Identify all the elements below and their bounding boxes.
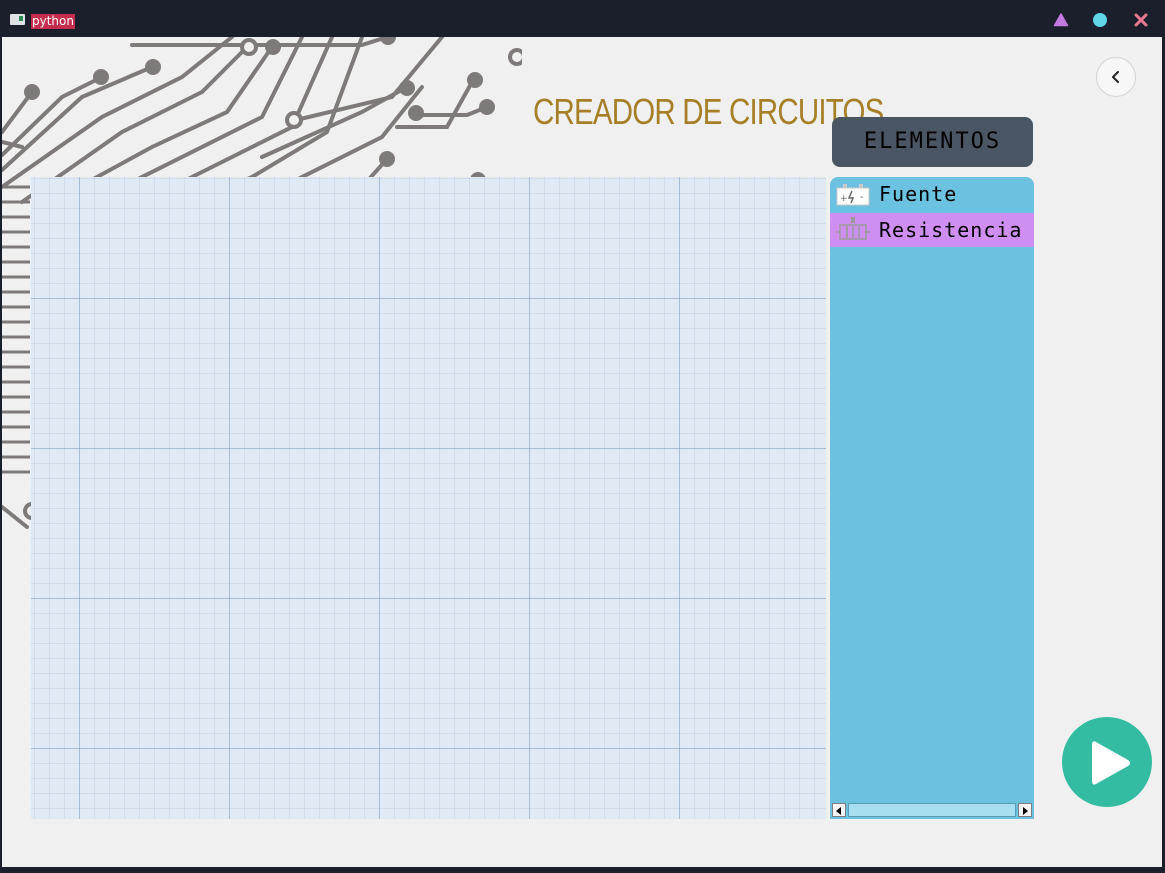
app-window-icon (10, 14, 25, 25)
arrow-left-icon (836, 807, 841, 815)
app-window: CREADOR DE CIRCUITOS ELEMENTOS + - Fuent… (2, 37, 1162, 867)
element-label: Fuente (879, 182, 958, 206)
minimize-button[interactable] (1053, 12, 1069, 28)
chevron-left-icon (1112, 71, 1119, 83)
back-button[interactable] (1096, 57, 1136, 97)
window-frame-bottom (0, 867, 1165, 873)
element-item-resistencia[interactable]: Resistencia (830, 213, 1034, 247)
svg-text:+: + (840, 194, 848, 204)
scroll-right-button[interactable] (1018, 803, 1032, 817)
triangle-icon (1053, 13, 1069, 27)
scroll-thumb[interactable] (848, 803, 1016, 817)
element-label: Resistencia (879, 218, 1023, 242)
circuit-canvas[interactable] (31, 177, 826, 819)
app-title: CREADOR DE CIRCUITOS (533, 91, 884, 132)
arrow-right-icon (1023, 807, 1028, 815)
maximize-button[interactable] (1092, 12, 1108, 28)
resistor-icon (836, 217, 870, 240)
horizontal-scrollbar[interactable] (830, 802, 1034, 819)
play-icon (1092, 741, 1130, 785)
elements-header: ELEMENTOS (832, 117, 1033, 167)
x-icon (1134, 13, 1148, 27)
window-title: python (31, 14, 75, 29)
elements-list[interactable]: + - Fuente Resistencia (830, 177, 1034, 819)
battery-icon: + - (836, 184, 870, 206)
window-titlebar[interactable]: python (0, 0, 1165, 37)
svg-text:-: - (860, 192, 864, 203)
run-button[interactable] (1062, 717, 1152, 807)
circle-icon (1093, 13, 1107, 27)
scroll-left-button[interactable] (832, 803, 846, 817)
close-button[interactable] (1133, 12, 1149, 28)
element-item-fuente[interactable]: + - Fuente (830, 177, 1034, 211)
